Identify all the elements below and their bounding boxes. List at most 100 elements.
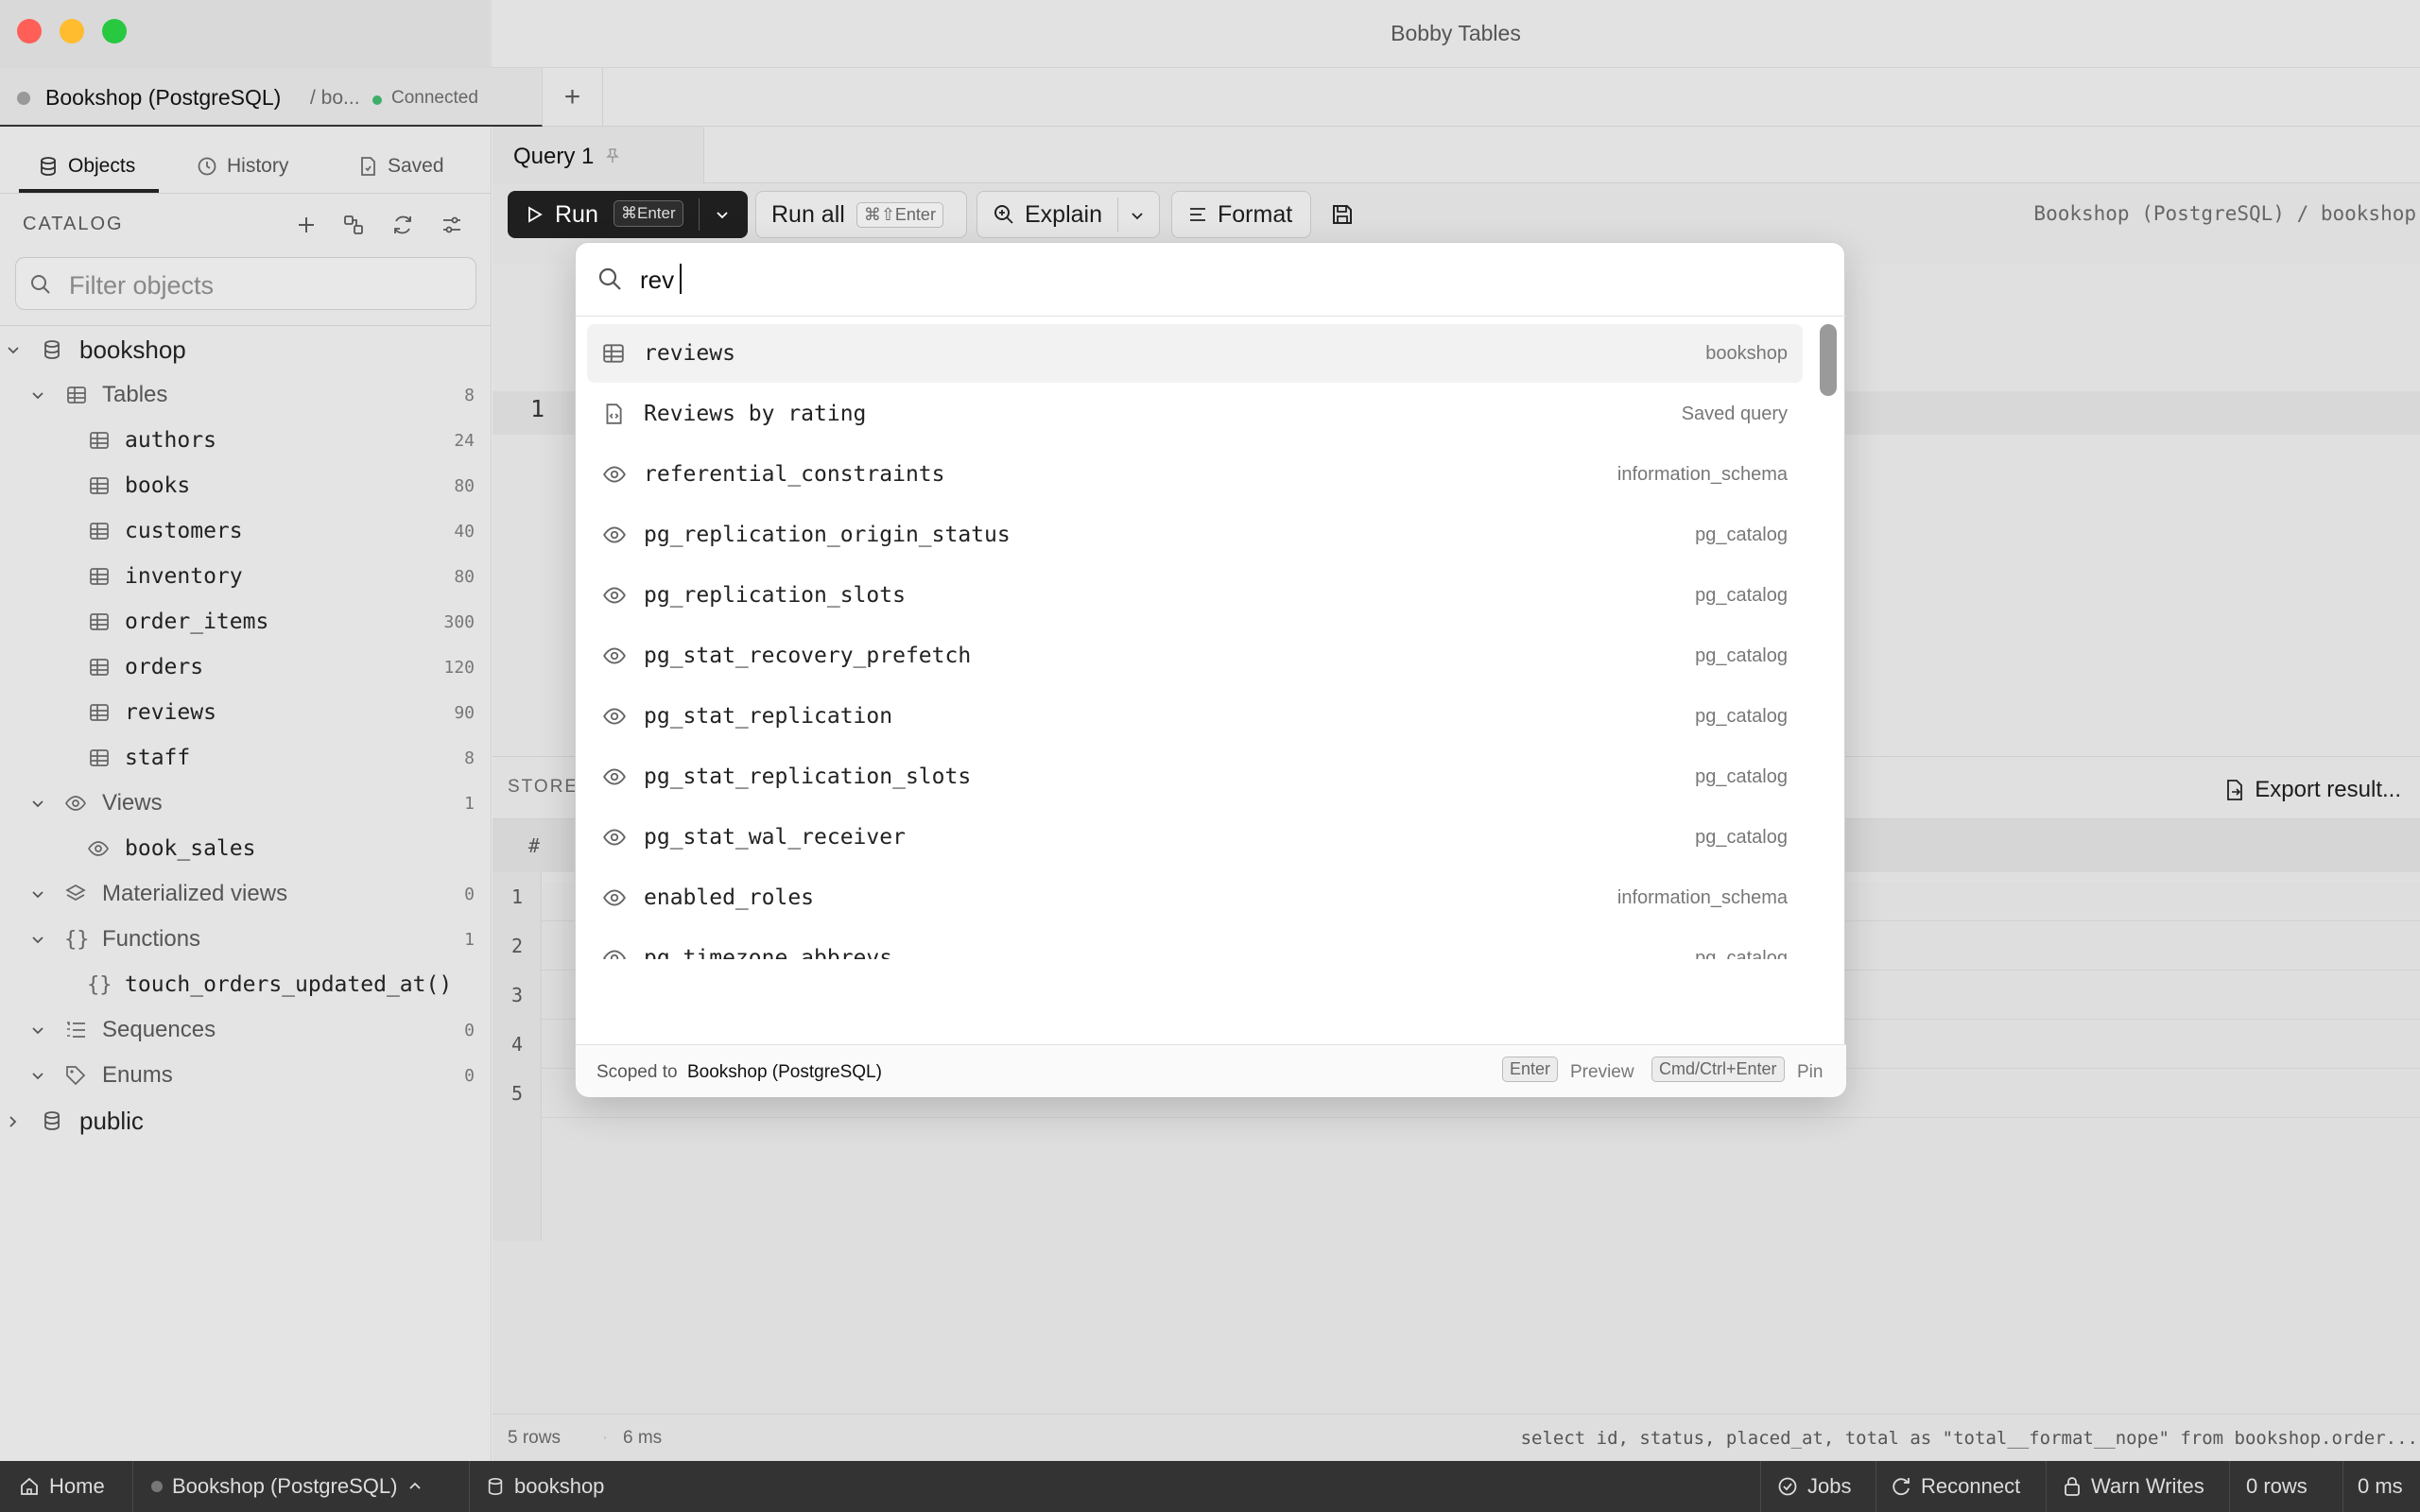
schema-diagram-icon[interactable] [342,214,365,236]
export-result-button[interactable]: Export result... [2224,771,2401,809]
result-name: pg_stat_wal_receiver [644,825,906,850]
chevron-down-icon [32,392,43,400]
tree-group-label: Views [102,790,163,816]
run-all-label: Run all [771,200,845,228]
row-number: 3 [510,984,524,1006]
format-label: Format [1218,200,1293,228]
list-ordered-icon [67,1022,85,1038]
view-icon [603,889,626,906]
scope-label: Scoped to [596,1062,678,1082]
tree-item-function[interactable]: {} touch_orders_updated_at() [0,962,492,1007]
run-options-chevron-icon[interactable] [714,206,731,223]
table-icon [90,749,109,766]
explain-options-chevron-icon[interactable] [1129,207,1146,224]
eye-icon [65,796,86,811]
tab-saved[interactable]: Saved [357,146,444,187]
tree-count: 1 [464,929,475,950]
tab-objects[interactable]: Objects [38,146,135,187]
run-all-button[interactable]: Run all ⌘⇧Enter [755,191,967,238]
jobs-button[interactable]: Jobs [1777,1461,1851,1512]
tree-item-table[interactable]: inventory 80 [0,554,492,599]
format-button[interactable]: Format [1171,191,1311,238]
tree-group-matviews[interactable]: Materialized views 0 [0,871,492,917]
tree-db-label: bookshop [79,335,186,364]
connection-switcher[interactable]: Bookshop (PostgreSQL) [151,1461,424,1512]
palette-search-input[interactable]: rev [640,266,674,295]
explain-button[interactable]: Explain [977,191,1160,238]
palette-result-item[interactable]: reviews bookshop [587,324,1803,383]
exec-time: 6 ms [623,1428,663,1448]
minimize-window-button[interactable] [60,19,84,43]
run-button[interactable]: Run ⌘Enter [508,191,699,238]
tree-group-functions[interactable]: {} Functions 1 [0,917,492,962]
palette-result-item[interactable]: pg_stat_wal_receiver pg_catalog [587,808,1803,867]
tree-item-table[interactable]: staff 8 [0,735,492,781]
palette-result-item[interactable]: pg_replication_origin_status pg_catalog [587,506,1803,564]
filter-objects-placeholder: Filter objects [69,271,215,300]
tree-db-bookshop[interactable]: bookshop [0,327,492,372]
pin-icon[interactable] [604,147,621,164]
tree-item-table[interactable]: books 80 [0,463,492,508]
database-indicator[interactable]: bookshop [486,1461,604,1512]
palette-result-item[interactable]: enabled_roles information_schema [587,868,1803,927]
tree-item-table[interactable]: reviews 90 [0,690,492,735]
tree-item-table[interactable]: authors 24 [0,418,492,463]
chevron-down-icon [32,1073,43,1080]
chevron-down-icon [32,936,43,944]
tree-group-views[interactable]: Views 1 [0,781,492,826]
add-connection-tab-button[interactable]: + [543,68,603,127]
tree-count: 90 [454,702,475,723]
palette-result-item[interactable]: pg_stat_recovery_prefetch pg_catalog [587,627,1803,685]
close-window-button[interactable] [17,19,42,43]
home-button[interactable]: Home [19,1461,105,1512]
filter-settings-icon[interactable] [441,214,463,236]
text-caret [680,264,682,294]
database-icon [41,157,56,176]
chevron-down-icon [32,1027,43,1035]
tree-item-view[interactable]: book_sales [0,826,492,871]
sidebar: Objects History Saved CATALOG Filter obj… [0,127,492,1461]
cmd-enter-action: Pin [1797,1062,1824,1082]
run-shortcut: ⌘Enter [614,200,683,227]
tree-item-label: customers [125,519,243,543]
add-icon[interactable] [295,214,318,236]
connection-tab-strip: Bookshop (PostgreSQL) / bo... Connected … [0,68,2420,127]
braces-icon: {} [64,927,90,952]
palette-result-item[interactable]: pg_replication_slots pg_catalog [587,566,1803,625]
warn-writes-toggle[interactable]: Warn Writes [2063,1461,2204,1512]
tree-group-tables[interactable]: Tables 8 [0,372,492,418]
table-icon [90,432,109,449]
query-tab[interactable]: Query 1 [493,127,704,183]
tree-item-table[interactable]: orders 120 [0,644,492,690]
tree-item-label: staff [125,746,191,770]
view-icon [603,708,626,725]
palette-result-item[interactable]: referential_constraints information_sche… [587,445,1803,504]
tree-group-enums[interactable]: Enums 0 [0,1053,492,1098]
tree-group-sequences[interactable]: Sequences 0 [0,1007,492,1053]
palette-result-item[interactable]: pg_stat_replication pg_catalog [587,687,1803,746]
result-name: pg_timezone_abbrevs [644,946,893,959]
tree-item-table[interactable]: customers 40 [0,508,492,554]
palette-search-bar[interactable]: rev [576,243,1846,317]
palette-result-item[interactable]: Reviews by rating Saved query [587,385,1803,443]
tab-history[interactable]: History [197,146,288,187]
zoom-window-button[interactable] [102,19,127,43]
filter-objects-field[interactable]: Filter objects [15,257,476,310]
view-icon [603,587,626,604]
refresh-icon[interactable] [391,214,414,236]
connection-breadcrumb: Bookshop (PostgreSQL) / bookshop [2033,202,2416,225]
row-number-header: # [528,834,541,857]
palette-result-item[interactable]: pg_stat_replication_slots pg_catalog [587,747,1803,806]
reconnect-button[interactable]: Reconnect [1891,1461,2020,1512]
tree-db-public[interactable]: public [0,1098,492,1143]
palette-result-item[interactable]: pg_timezone_abbrevs pg_catalog [587,929,1803,959]
play-icon [528,206,543,223]
connection-tab[interactable]: Bookshop (PostgreSQL) / bo... Connected [0,68,543,127]
row-number: 5 [510,1082,524,1105]
result-scope: pg_catalog [1695,705,1788,727]
chevron-right-icon [9,1116,17,1127]
dot-separator: · [602,1428,609,1448]
save-icon[interactable] [1330,202,1355,227]
scrollbar-thumb[interactable] [1820,324,1837,396]
tree-item-table[interactable]: order_items 300 [0,599,492,644]
